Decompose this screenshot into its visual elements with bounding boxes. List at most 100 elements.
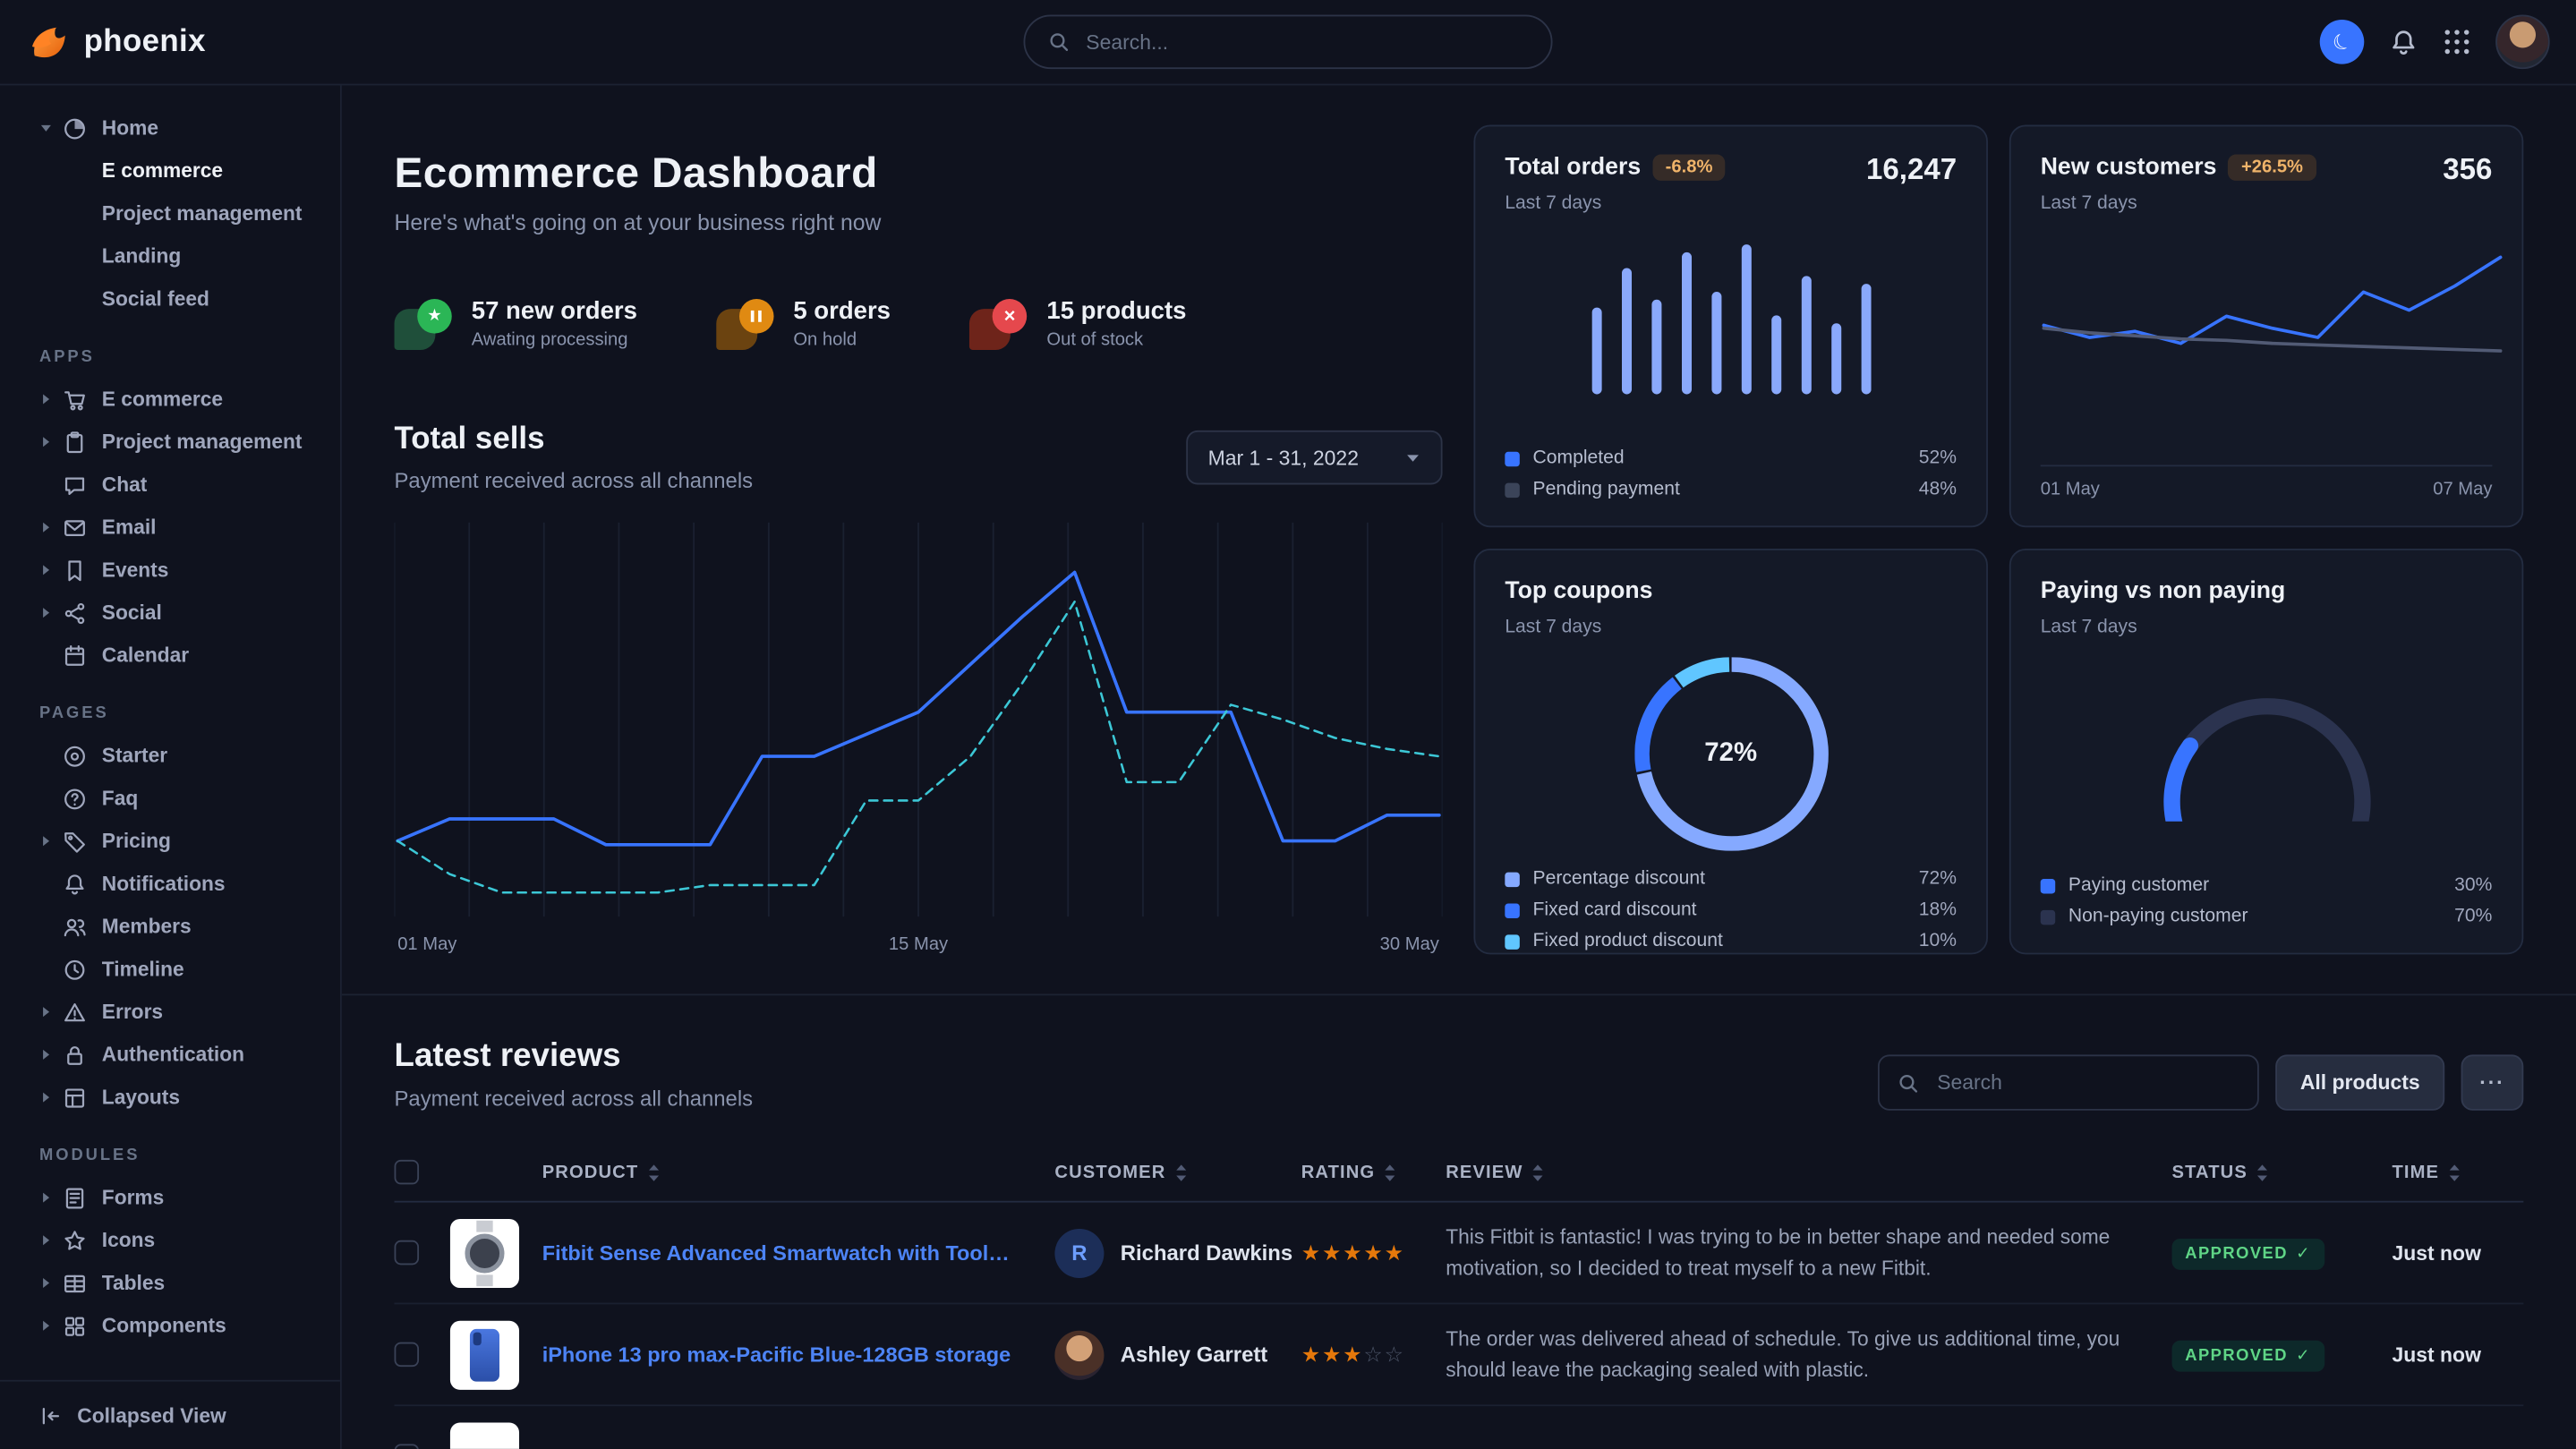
row-select-cell [395, 1444, 450, 1449]
legend-fixed-card-discount: Fixed card discount18% [1505, 900, 1957, 920]
latest-reviews-section: Latest reviews Payment received across a… [342, 993, 2576, 1448]
reviews-table-header: PRODUCT CUSTOMERRATINGREVIEWSTATUS TIME [395, 1144, 2524, 1203]
sidebar-item-icons[interactable]: Icons [0, 1219, 340, 1262]
legend-label: Completed [1533, 448, 1625, 468]
sidebar-item-project-management[interactable]: Project management [0, 421, 340, 464]
main-content: Ecommerce Dashboard Here's what's going … [342, 85, 2576, 1448]
x-tick: 30 May [1380, 934, 1439, 954]
sidebar-item-chat[interactable]: Chat [0, 464, 340, 507]
sidebar-item-faq[interactable]: Faq [0, 777, 340, 820]
stat-caption: Out of stock [1046, 330, 1186, 350]
all-products-button[interactable]: All products [2275, 1054, 2444, 1110]
sidebar-item-forms[interactable]: Forms [0, 1176, 340, 1219]
check-icon: ✓ [2296, 1346, 2311, 1364]
new-customers-x-axis: 01 May 07 May [2041, 465, 2493, 499]
clipboard-icon [63, 430, 89, 455]
legend-value: 52% [1919, 448, 1957, 468]
column-header-rating[interactable]: RATING [1301, 1163, 1446, 1182]
sidebar-subitem-landing[interactable]: Landing [0, 234, 340, 277]
legend-swatch [1505, 903, 1520, 918]
product-link[interactable]: iPhone 13 pro max-Pacific Blue-128GB sto… [542, 1342, 1055, 1368]
sidebar-item-layouts[interactable]: Layouts [0, 1076, 340, 1119]
sidebar-item-email[interactable]: Email [0, 506, 340, 549]
legend-swatch [2041, 878, 2056, 893]
moon-icon: ☾ [2328, 26, 2357, 58]
column-label: STATUS [2172, 1163, 2248, 1182]
sidebar-item-label: Starter [102, 744, 167, 767]
chevron-down-icon [39, 122, 63, 135]
sidebar-item-authentication[interactable]: Authentication [0, 1034, 340, 1077]
total-sells-x-axis: 01 May 15 May 30 May [395, 934, 1443, 964]
donut-center-value: 72% [1633, 657, 1828, 851]
column-label: PRODUCT [542, 1163, 639, 1182]
collapsed-view-toggle[interactable]: Collapsed View [0, 1380, 340, 1449]
sidebar-item-e-commerce[interactable]: E commerce [0, 378, 340, 421]
bell-icon [2389, 27, 2418, 56]
sort-icon [2256, 1163, 2269, 1182]
brand-logo[interactable]: phoenix [26, 20, 206, 64]
customer-cell: RRichard Dawkins [1054, 1228, 1301, 1277]
select-all-checkbox[interactable] [395, 1160, 420, 1185]
select-all-cell [395, 1160, 450, 1185]
column-header-customer[interactable]: CUSTOMER [1054, 1163, 1301, 1182]
bell-icon [63, 872, 89, 897]
column-header-review[interactable]: REVIEW [1446, 1163, 2171, 1182]
screen: phoenix ☾ HomeE commerc [0, 0, 2576, 1449]
row-checkbox[interactable] [395, 1342, 420, 1368]
sidebar-item-tables[interactable]: Tables [0, 1262, 340, 1305]
more-options-button[interactable]: ··· [2461, 1054, 2524, 1110]
card-period: Last 7 days [1505, 194, 1726, 214]
sidebar-item-label: Pricing [102, 830, 171, 853]
grid-dots-icon [2443, 28, 2470, 55]
apps-grid-button[interactable] [2443, 28, 2470, 55]
new-customers-card: New customers+26.5% Last 7 days 356 01 M… [2009, 124, 2524, 527]
sidebar-item-members[interactable]: Members [0, 905, 340, 948]
star-icon: ★ [1363, 1240, 1384, 1265]
legend-swatch [2041, 909, 2056, 925]
sidebar-item-label: Icons [102, 1229, 155, 1252]
sidebar-item-starter[interactable]: Starter [0, 734, 340, 777]
stat-new-orders: ★ 57 new orders Awating processing [395, 297, 637, 350]
sidebar-item-errors[interactable]: Errors [0, 991, 340, 1034]
column-header-product[interactable]: PRODUCT [542, 1163, 1055, 1182]
kpi-cards: Total orders-6.8% Last 7 days 16,247 Com… [1473, 124, 2523, 993]
sidebar-subitem-project-management[interactable]: Project management [0, 192, 340, 235]
reviews-controls: All products ··· [1878, 1054, 2523, 1110]
star-icon: ★ [1343, 1342, 1363, 1367]
notifications-button[interactable] [2389, 27, 2418, 56]
date-range-select[interactable]: Mar 1 - 31, 2022 [1187, 430, 1443, 485]
sidebar-item-calendar[interactable]: Calendar [0, 635, 340, 678]
row-checkbox[interactable] [395, 1444, 420, 1449]
global-search[interactable] [1024, 15, 1553, 70]
reviews-search[interactable] [1878, 1054, 2259, 1110]
new-customers-line-chart [2041, 236, 2504, 413]
user-avatar[interactable] [2495, 15, 2550, 70]
sidebar-subitem-e-commerce[interactable]: E commerce [0, 149, 340, 192]
sidebar-subitem-social-feed[interactable]: Social feed [0, 277, 340, 320]
chevron-right-icon [39, 1005, 63, 1019]
column-header-status[interactable]: STATUS [2172, 1163, 2393, 1182]
sidebar-item-timeline[interactable]: Timeline [0, 948, 340, 991]
review-text: The order was delivered ahead of schedul… [1446, 1324, 2171, 1385]
sidebar-item-notifications[interactable]: Notifications [0, 863, 340, 906]
sidebar-item-home[interactable]: Home [0, 107, 340, 149]
star-icon: ★ [1343, 1240, 1363, 1265]
column-header-time[interactable]: TIME [2392, 1163, 2521, 1182]
sidebar-item-components[interactable]: Components [0, 1304, 340, 1347]
sidebar-item-label: Project management [102, 430, 303, 454]
theme-toggle-button[interactable]: ☾ [2320, 20, 2365, 64]
legend-value: 18% [1919, 900, 1957, 920]
sidebar-item-events[interactable]: Events [0, 549, 340, 592]
card-title: New customers [2041, 155, 2217, 181]
legend-pending-payment: Pending payment48% [1505, 480, 1957, 499]
sidebar-item-pricing[interactable]: Pricing [0, 820, 340, 863]
product-link[interactable]: Fitbit Sense Advanced Smartwatch with To… [542, 1240, 1055, 1266]
cart-icon [63, 387, 89, 412]
sidebar-item-social[interactable]: Social [0, 592, 340, 635]
sidebar-section-pages: PAGES [0, 704, 340, 722]
date-range-value: Mar 1 - 31, 2022 [1208, 446, 1359, 469]
navbar-actions: ☾ [2320, 15, 2550, 70]
search-input[interactable] [1083, 29, 1528, 55]
reviews-search-input[interactable] [1934, 1070, 2239, 1095]
row-checkbox[interactable] [395, 1240, 420, 1266]
